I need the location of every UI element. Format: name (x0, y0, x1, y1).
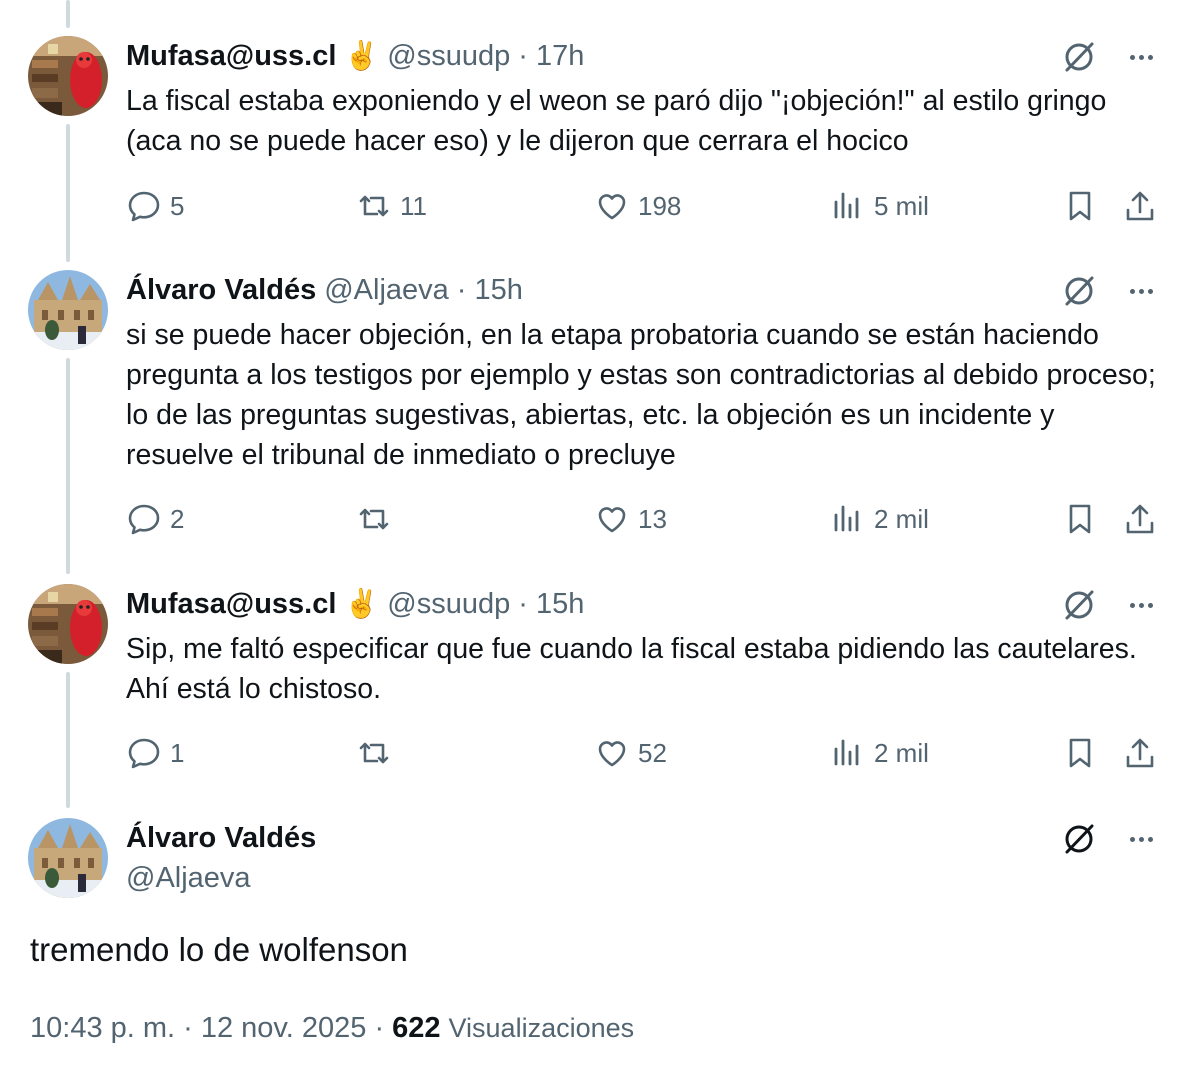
victory-emoji-icon: ✌️ (344, 588, 380, 619)
retweet-icon (359, 508, 389, 530)
retweet-button[interactable] (356, 499, 400, 539)
share-button[interactable] (1122, 186, 1158, 226)
bookmark-icon (1069, 191, 1091, 221)
thread-connector (66, 124, 70, 262)
bookmark-button[interactable] (1062, 499, 1098, 539)
share-button[interactable] (1122, 733, 1158, 773)
bookmark-button[interactable] (1062, 733, 1098, 773)
author-handle[interactable]: @ssuudp (387, 586, 510, 622)
view-count: 2 mil (874, 737, 929, 768)
view-count: 2 mil (874, 503, 929, 534)
heart-icon (598, 507, 626, 533)
tweet-header: Mufasa@uss.cl ✌️ @ssuudp · 15h (126, 586, 1062, 622)
like-button[interactable]: 198 (594, 186, 681, 226)
analytics-icon (834, 739, 859, 766)
like-button[interactable]: 52 (594, 733, 667, 773)
more-options-icon[interactable] (1124, 40, 1158, 74)
author-name[interactable]: Álvaro Valdés (126, 272, 316, 308)
thread-view: Mufasa@uss.cl ✌️ @ssuudp · 17h La fiscal… (0, 0, 1182, 1076)
reply-count: 2 (170, 503, 185, 534)
more-options-icon[interactable] (1124, 274, 1158, 308)
tweet-menu (1062, 274, 1158, 308)
tweet-header: Álvaro Valdés @Aljaeva · 15h (126, 272, 1062, 308)
share-icon (1126, 504, 1154, 534)
retweet-icon (359, 195, 389, 217)
grok-icon[interactable] (1062, 822, 1096, 856)
avatar[interactable] (28, 270, 108, 350)
view-count: 5 mil (874, 190, 929, 221)
retweet-button[interactable]: 11 (356, 186, 427, 226)
heart-icon (598, 741, 626, 767)
share-icon (1126, 191, 1154, 221)
tweet-text: Sip, me faltó especificar que fue cuando… (126, 633, 1137, 705)
reply-button[interactable]: 5 (126, 186, 184, 226)
analytics-icon (834, 192, 859, 219)
avatar[interactable] (28, 584, 108, 664)
grok-icon[interactable] (1062, 274, 1096, 308)
reply-icon (128, 191, 160, 222)
tweet-meta: 10:43 p. m. · 12 nov. 2025 · 622 Visuali… (30, 1008, 634, 1048)
tweet-time[interactable]: · 15h (518, 586, 584, 622)
bookmark-button[interactable] (1062, 186, 1098, 226)
tweet-actions: 2 13 2 mil (126, 499, 1166, 539)
reply-button[interactable]: 1 (126, 733, 184, 773)
tweet-time[interactable]: · 15h (457, 272, 523, 308)
main-tweet-text: tremendo lo de wolfenson (30, 931, 408, 968)
views-count: 622 (392, 1012, 441, 1044)
like-button[interactable]: 13 (594, 499, 667, 539)
reply-count: 1 (170, 737, 185, 768)
reply-count: 5 (170, 190, 185, 221)
tweet-actions: 5 11 198 5 mil (126, 186, 1166, 226)
reply-icon (128, 504, 160, 535)
author-name[interactable]: Mufasa@uss.cl (126, 38, 336, 74)
like-count: 52 (638, 737, 667, 768)
tweet-text: si se puede hacer objeción, en la etapa … (126, 319, 1156, 471)
retweet-count: 11 (400, 190, 427, 221)
author-name[interactable]: Mufasa@uss.cl (126, 586, 336, 622)
heart-icon (598, 194, 626, 220)
tweet-time[interactable]: · 17h (518, 38, 584, 74)
tweet-header: Mufasa@uss.cl ✌️ @ssuudp · 17h (126, 38, 1062, 74)
tweet-menu (1062, 40, 1158, 74)
tweet-timestamp[interactable]: 10:43 p. m. · 12 nov. 2025 · (30, 1008, 384, 1048)
tweet-menu (1062, 822, 1158, 856)
victory-emoji-icon: ✌️ (344, 40, 380, 71)
avatar[interactable] (28, 36, 108, 116)
author-name[interactable]: Álvaro Valdés (126, 820, 316, 856)
reply-button[interactable]: 2 (126, 499, 184, 539)
analytics-icon (834, 505, 859, 532)
reply-icon (128, 738, 160, 769)
retweet-button[interactable] (356, 733, 400, 773)
author-handle[interactable]: @ssuudp (387, 38, 510, 74)
bookmark-icon (1069, 504, 1091, 534)
views-label: Visualizaciones (448, 1013, 635, 1043)
like-count: 13 (638, 503, 667, 534)
like-count: 198 (638, 190, 682, 221)
tweet-menu (1062, 588, 1158, 622)
bookmark-icon (1069, 738, 1091, 768)
retweet-icon (359, 742, 389, 764)
thread-connector (66, 672, 70, 808)
views-button[interactable]: 5 mil (830, 186, 929, 226)
views-button[interactable]: 2 mil (830, 499, 929, 539)
more-options-icon[interactable] (1124, 588, 1158, 622)
author-handle[interactable]: @Aljaeva (126, 860, 251, 896)
grok-icon[interactable] (1062, 40, 1096, 74)
thread-connector (66, 0, 70, 28)
share-button[interactable] (1122, 499, 1158, 539)
avatar[interactable] (28, 818, 108, 898)
tweet-text: La fiscal estaba exponiendo y el weon se… (126, 85, 1107, 157)
more-options-icon[interactable] (1124, 822, 1158, 856)
grok-icon[interactable] (1062, 588, 1096, 622)
author-handle[interactable]: @Aljaeva (324, 272, 449, 308)
views-button[interactable]: 2 mil (830, 733, 929, 773)
share-icon (1126, 738, 1154, 768)
tweet-actions: 1 52 2 mil (126, 733, 1166, 773)
thread-connector (66, 358, 70, 574)
